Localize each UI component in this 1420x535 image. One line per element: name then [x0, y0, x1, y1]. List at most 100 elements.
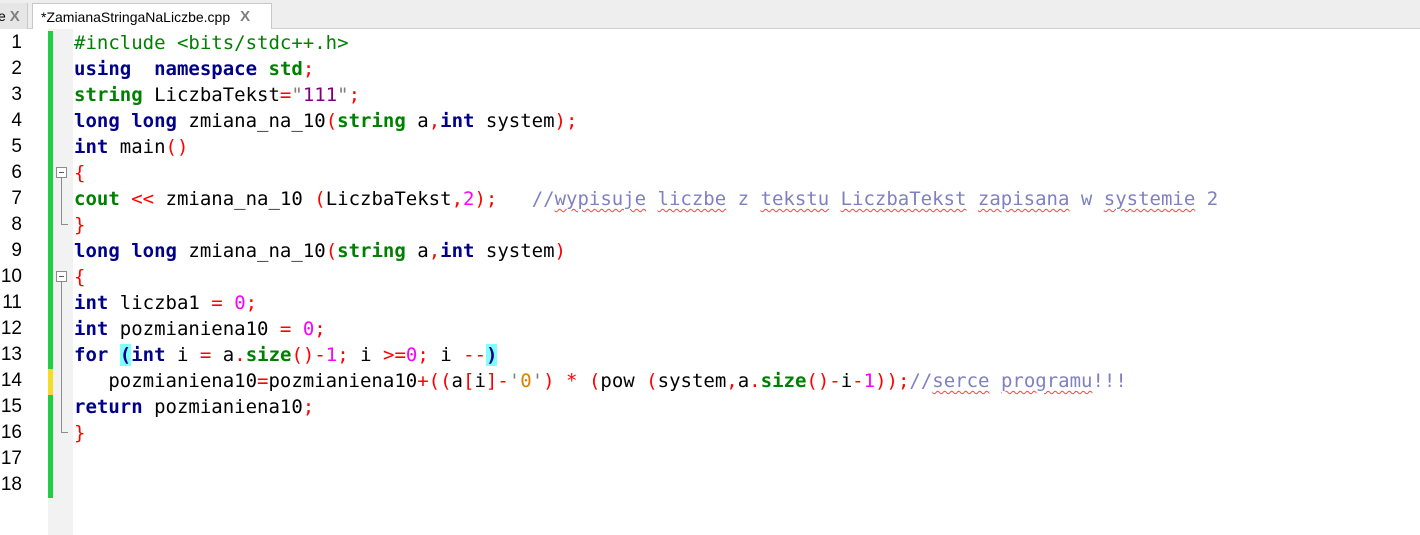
code-token: )); [875, 370, 910, 392]
code-token: 1 [863, 370, 876, 392]
code-token: zmiana_na_10 [176, 110, 326, 132]
line-number: 8 [11, 214, 22, 235]
code-token: std [268, 58, 303, 80]
code-token: #include <bits/stdc++.h> [74, 32, 349, 54]
code-token: i [348, 344, 384, 366]
code-token: int [74, 292, 109, 314]
code-token: liczbe [657, 188, 727, 210]
code-line[interactable]: 11 int liczba1 = 0; [0, 290, 1420, 316]
code-line[interactable]: 2 using namespace std; [0, 56, 1420, 82]
code-line[interactable]: 5 int main() [0, 134, 1420, 160]
code-token: LiczbaTekst [840, 188, 967, 210]
code-text: int liczba1 = 0; [74, 290, 257, 316]
code-token: system [474, 110, 555, 132]
code-token: long [131, 240, 177, 262]
code-token: } [74, 214, 86, 236]
code-token: systemie [1103, 188, 1196, 210]
code-line[interactable]: 6{ [0, 160, 1420, 186]
close-tab-icon[interactable]: X [240, 8, 250, 25]
code-token: ()- [806, 370, 841, 392]
code-text: long long zmiana_na_10(string a,int syst… [74, 108, 577, 134]
code-line[interactable]: 3 string LiczbaTekst="111"; [0, 82, 1420, 108]
code-token: i [474, 370, 486, 392]
code-token: ]- [485, 370, 509, 392]
code-line[interactable]: 18 [0, 472, 1420, 498]
code-token: >= [383, 344, 406, 366]
code-text: } [74, 420, 85, 446]
code-token: , [428, 240, 441, 262]
code-token: ) [554, 240, 566, 262]
tab-previous-file[interactable]: e X [0, 3, 28, 29]
code-token: ' [531, 370, 544, 392]
code-token: zmiana_na_10 [176, 240, 326, 262]
code-line[interactable]: 8} [0, 212, 1420, 238]
code-token: 0 [520, 370, 532, 392]
code-line[interactable]: 14 pozmianiena10=pozmianiena10+((a[i]-'0… [0, 368, 1420, 394]
code-text: int main() [74, 134, 188, 160]
code-text: int pozmianiena10 = 0; [74, 316, 326, 342]
code-editor[interactable]: 1 #include <bits/stdc++.h> 2 using namespac… [0, 29, 1420, 535]
code-line[interactable]: 16} [0, 420, 1420, 446]
code-token: ; [348, 84, 361, 106]
code-token: << [131, 188, 155, 210]
line-number: 14 [0, 370, 22, 391]
code-token: int [74, 318, 109, 340]
code-token: string [337, 110, 406, 132]
code-token: ; [314, 318, 326, 340]
code-line[interactable]: 15 return pozmianiena10; [0, 394, 1420, 420]
line-number: 15 [0, 396, 22, 417]
code-token: 0 [234, 292, 246, 314]
code-text: string LiczbaTekst="111"; [74, 82, 360, 108]
code-token: -- [463, 344, 487, 366]
code-token: pozmianiena10 [142, 396, 303, 418]
code-token: ; [417, 344, 429, 366]
code-token: ) [486, 344, 498, 366]
line-number: 11 [2, 292, 22, 313]
code-line[interactable]: 13 for (int i = a.size()-1; i >=0; i --) [0, 342, 1420, 368]
code-token: wypisuje [554, 188, 647, 210]
tab-zamiana-stringa[interactable]: *ZamianaStringaNaLiczbe.cpp X [32, 3, 272, 29]
code-line[interactable]: 10 { [0, 264, 1420, 290]
code-line[interactable]: 12 int pozmianiena10 = 0; [0, 316, 1420, 342]
code-token: !!! [1092, 370, 1127, 392]
code-line[interactable]: 1 #include <bits/stdc++.h> [0, 30, 1420, 56]
line-number: 16 [0, 422, 22, 443]
code-token: z [726, 188, 761, 210]
code-token: ()- [291, 344, 326, 366]
code-token: namespace [154, 58, 258, 80]
code-token: // [531, 188, 555, 210]
line-number: 6 [11, 162, 22, 183]
code-line[interactable]: 17 [0, 446, 1420, 472]
close-tab-icon[interactable]: X [10, 8, 20, 25]
code-token: ; [337, 344, 349, 366]
code-line[interactable]: 4 long long zmiana_na_10(string a,int sys… [0, 108, 1420, 134]
code-token: ; [302, 58, 315, 80]
code-token: tekstu [760, 188, 830, 210]
code-token: , [428, 110, 441, 132]
code-line[interactable]: 7 cout << zmiana_na_10 (LiczbaTekst,2); /… [0, 186, 1420, 212]
line-number: 3 [11, 84, 22, 105]
code-token: long [74, 110, 120, 132]
code-token: system [474, 240, 555, 262]
code-line[interactable]: 9 long long zmiana_na_10(string a,int sys… [0, 238, 1420, 264]
code-token: pow [600, 370, 647, 392]
code-token: long [131, 110, 177, 132]
code-token: a [451, 370, 463, 392]
code-token: ' [508, 370, 521, 392]
code-token: { [74, 266, 86, 288]
code-token: , [726, 370, 738, 392]
code-token: LiczbaTekst [325, 188, 452, 210]
code-token: 1 [325, 344, 338, 366]
line-number: 10 [0, 266, 22, 287]
code-text: pozmianiena10=pozmianiena10+((a[i]-'0') … [74, 368, 1127, 394]
code-token: , [451, 188, 464, 210]
code-text: using namespace std; [74, 56, 314, 82]
code-token: using [74, 58, 132, 80]
code-token: string [337, 240, 406, 262]
code-text: cout << zmiana_na_10 (LiczbaTekst,2); //… [74, 186, 1218, 212]
